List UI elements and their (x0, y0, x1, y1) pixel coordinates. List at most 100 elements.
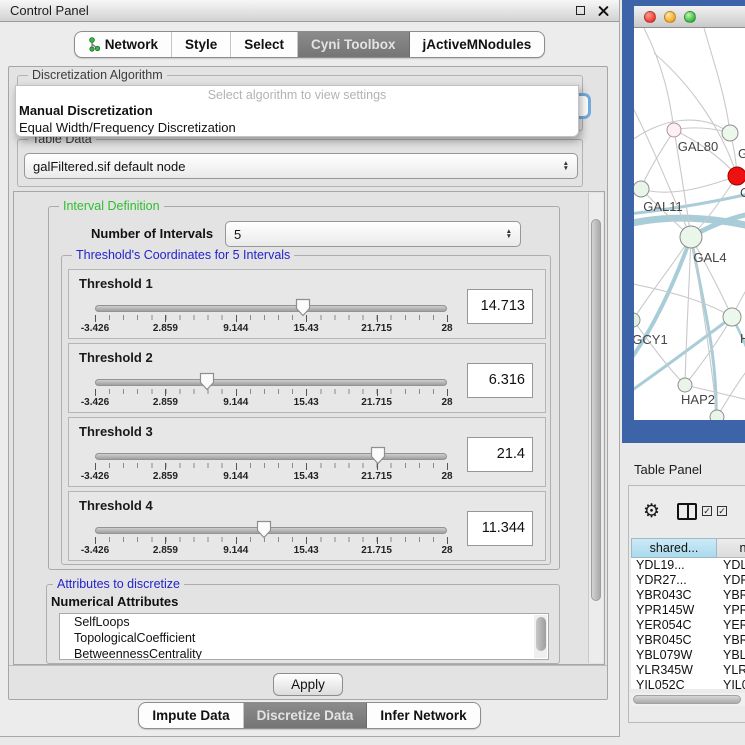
cell-shared-name[interactable]: YER054C (631, 618, 717, 633)
table-row[interactable]: YBR043C YBR0 (631, 588, 745, 603)
cell-name[interactable]: YBL0 (717, 648, 745, 663)
dropdown-option-equal-width[interactable]: Equal Width/Frequency Discretization (16, 120, 578, 137)
tab-impute-data[interactable]: Impute Data (139, 703, 243, 728)
dropdown-option-manual[interactable]: Manual Discretization (16, 103, 578, 120)
tick-label: -3.426 (81, 397, 109, 408)
cell-shared-name[interactable]: YIL052C (631, 678, 717, 689)
control-panel-titlebar: Control Panel (0, 0, 619, 22)
node-h-partial[interactable] (723, 308, 741, 326)
close-icon[interactable] (598, 5, 609, 16)
node-gal80[interactable] (667, 123, 681, 137)
node-label-partial-h: H (740, 331, 745, 346)
tick-label: 15.43 (294, 323, 319, 334)
tab-infer-network-label: Infer Network (380, 708, 466, 723)
number-of-intervals-spinner[interactable]: 5 ▲▼ (225, 221, 521, 247)
network-canvas[interactable]: GAL80 GA C GAL11 GAL4 GCY1 H HAP2 (634, 28, 745, 420)
tab-style[interactable]: Style (172, 32, 231, 57)
list-scrollbar-thumb[interactable] (536, 617, 546, 651)
mac-close-icon[interactable] (644, 11, 656, 23)
threshold-3-slider-track[interactable] (95, 453, 447, 460)
node-hap2[interactable] (678, 378, 692, 392)
dropdown-prompt-item[interactable]: Select algorithm to view settings (16, 86, 578, 103)
node-gal4[interactable] (680, 226, 702, 248)
cell-shared-name[interactable]: YPR145W (631, 603, 717, 618)
threshold-2-value-field[interactable]: 6.316 (467, 363, 533, 398)
float-window-icon[interactable] (576, 6, 585, 15)
top-tabstrip: Network Style Select Cyni Toolbox jActiv… (0, 31, 619, 58)
cell-name[interactable]: YBR0 (717, 588, 745, 603)
tab-select[interactable]: Select (231, 32, 298, 57)
spinner-arrows-icon[interactable]: ▲▼ (506, 229, 512, 239)
settings-scroll-panel: Interval Definition Number of Intervals … (13, 191, 605, 665)
split-columns-icon[interactable] (677, 503, 697, 520)
cell-shared-name[interactable]: YBL079W (631, 648, 717, 663)
table-row[interactable]: YPR145W YPR1 (631, 603, 745, 618)
tab-network-label: Network (105, 37, 158, 52)
cell-name[interactable]: YER0 (717, 618, 745, 633)
apply-button[interactable]: Apply (273, 673, 343, 696)
table-row[interactable]: YDR27... YDR2 (631, 573, 745, 588)
node-gcy1[interactable] (634, 313, 640, 327)
mac-zoom-icon[interactable] (684, 11, 696, 23)
threshold-3-slider-thumb[interactable] (370, 446, 386, 466)
tab-infer-network[interactable]: Infer Network (367, 703, 479, 728)
tab-jactivemnodules[interactable]: jActiveMNodules (410, 32, 545, 57)
table-row[interactable]: YER054C YER0 (631, 618, 745, 633)
spinner-arrows-icon[interactable]: ▲▼ (563, 161, 569, 171)
node-label-partial-c: C (740, 185, 745, 200)
table-row[interactable]: YDL19... YDL1 (631, 558, 745, 573)
table-row[interactable]: YLR345W YLR3 (631, 663, 745, 678)
cell-name[interactable]: YIL0 (717, 678, 745, 689)
checkbox-icon[interactable]: ✓ (702, 506, 712, 516)
tick-label: -3.426 (81, 323, 109, 334)
checkbox-icon[interactable]: ✓ (717, 506, 727, 516)
threshold-4-slider-thumb[interactable] (256, 520, 272, 540)
threshold-2-slider-track[interactable] (95, 379, 447, 386)
cell-shared-name[interactable]: YDR27... (631, 573, 717, 588)
table-row[interactable]: YBL079W YBL0 (631, 648, 745, 663)
window-title: Control Panel (10, 3, 89, 18)
table-data-combobox[interactable]: galFiltered.sif default node ▲▼ (24, 153, 578, 179)
cell-shared-name[interactable]: YBR045C (631, 633, 717, 648)
table-row[interactable]: YBR045C YBR0 (631, 633, 745, 648)
cell-name[interactable]: YDL1 (717, 558, 745, 573)
cell-shared-name[interactable]: YBR043C (631, 588, 717, 603)
numerical-attributes-list[interactable]: SelfLoops TopologicalCoefficient Between… (59, 613, 549, 660)
threshold-4-value-field[interactable]: 11.344 (467, 511, 533, 546)
threshold-1-slider-track[interactable] (95, 305, 447, 312)
panel-scrollbar-thumb[interactable] (591, 219, 601, 601)
mac-minimize-icon[interactable] (664, 11, 676, 23)
node-red-selected[interactable] (728, 167, 745, 185)
table-horizontal-scrollbar-thumb[interactable] (633, 695, 741, 704)
cell-name[interactable]: YBR0 (717, 633, 745, 648)
list-item[interactable]: TopologicalCoefficient (60, 630, 548, 646)
cell-name[interactable]: YPR1 (717, 603, 745, 618)
tab-network[interactable]: Network (75, 32, 172, 57)
column-header-shared-name[interactable]: shared... (631, 538, 717, 558)
list-item[interactable]: SelfLoops (60, 614, 548, 630)
list-item[interactable]: BetweennessCentrality (60, 646, 548, 660)
node-gal11[interactable] (634, 181, 649, 197)
threshold-2-slider-thumb[interactable] (199, 372, 215, 392)
node-partial-top[interactable] (722, 125, 738, 141)
table-row[interactable]: YIL052C YIL0 (631, 678, 745, 689)
list-scrollbar[interactable] (534, 615, 547, 658)
threshold-1-slider-thumb[interactable] (295, 298, 311, 318)
panel-scrollbar[interactable] (588, 193, 603, 663)
cell-shared-name[interactable]: YDL19... (631, 558, 717, 573)
node-partial-bottom[interactable] (710, 410, 724, 420)
table-rows: YDL19... YDL1 YDR27... YDR2 YBR043C YBR0… (631, 558, 745, 689)
cell-shared-name[interactable]: YLR345W (631, 663, 717, 678)
table-header-row: shared... na (631, 538, 745, 558)
threshold-1-value-field[interactable]: 14.713 (467, 289, 533, 324)
table-horizontal-scrollbar[interactable] (631, 693, 745, 706)
column-header-name[interactable]: na (717, 538, 745, 558)
tab-discretize-data[interactable]: Discretize Data (244, 703, 368, 728)
threshold-2-ruler: -3.426 2.859 9.144 15.43 21.715 28 (95, 389, 447, 407)
threshold-3-value-field[interactable]: 21.4 (467, 437, 533, 472)
top-tabs: Network Style Select Cyni Toolbox jActiv… (74, 31, 546, 58)
cell-name[interactable]: YDR2 (717, 573, 745, 588)
tab-cyni-toolbox[interactable]: Cyni Toolbox (298, 32, 410, 57)
cell-name[interactable]: YLR3 (717, 663, 745, 678)
gear-icon[interactable]: ⚙ (643, 500, 660, 523)
